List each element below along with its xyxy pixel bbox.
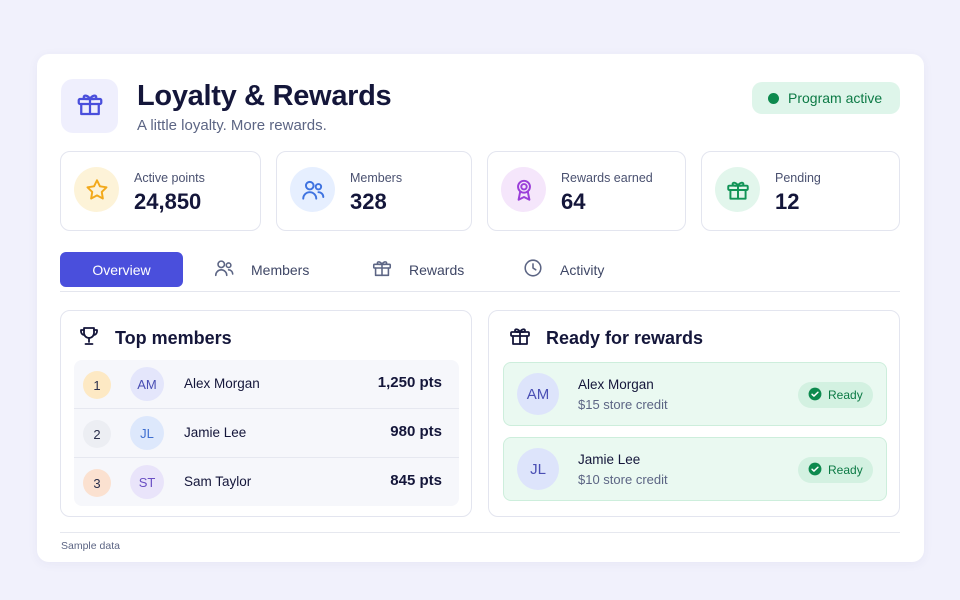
status-label: Program active [788,90,883,106]
page-subtitle: A little loyalty. More rewards. [137,117,327,134]
member-points: 1,250 pts [377,374,442,391]
stat-value: 328 [350,189,387,214]
ready-status-badge[interactable]: Ready [798,382,873,408]
member-name: Alex Morgan [184,376,260,391]
avatar: AM [517,373,559,415]
reward-description: $10 store credit [578,472,668,487]
gift-icon [508,324,532,353]
program-status-badge[interactable]: Program active [752,82,900,114]
panel-title: Top members [77,324,232,353]
avatar: AM [130,367,164,401]
tab-label: Overview [92,261,151,278]
panel-title: Ready for rewards [508,324,703,353]
footer-note: Sample data [61,540,120,552]
list-item[interactable]: 3 ST Sam Taylor 845 pts [74,457,459,506]
award-icon [501,167,546,212]
reward-member-name: Alex Morgan [578,377,654,392]
users-icon [290,167,335,212]
ready-label: Ready [828,463,863,477]
logo [61,79,118,133]
list-item[interactable]: 2 JL Jamie Lee 980 pts [74,408,459,457]
member-name: Jamie Lee [184,425,247,440]
member-points: 845 pts [390,472,442,489]
page-title: Loyalty & Rewards [137,80,392,112]
reward-item[interactable]: JL Jamie Lee $10 store credit Ready [503,437,887,501]
status-dot-icon [768,92,779,104]
ready-label: Ready [828,388,863,402]
reward-description: $15 store credit [578,397,668,412]
trophy-icon [77,324,101,353]
tab-bar: Overview Members Rewards Activity [60,252,900,292]
tab-label: Members [251,261,310,278]
avatar: JL [130,416,164,450]
ready-rewards-panel: Ready for rewards AM Alex Morgan $15 sto… [488,310,900,517]
panel-title-label: Ready for rewards [546,328,704,348]
tab-members[interactable]: Members [213,252,309,287]
check-circle-icon [808,387,822,404]
stat-card-pending: Pending 12 [701,151,900,231]
gift-icon [371,257,409,282]
gift-icon [75,89,105,124]
tab-rewards[interactable]: Rewards [371,252,464,287]
member-points: 980 pts [390,423,442,440]
tab-activity[interactable]: Activity [522,252,604,287]
stat-card-rewards-earned: Rewards earned 64 [487,151,686,231]
avatar: JL [517,448,559,490]
member-list: 1 AM Alex Morgan 1,250 pts 2 JL Jamie Le… [74,360,459,506]
stat-label: Active points [134,171,205,185]
users-icon [213,257,251,282]
tab-label: Rewards [409,261,465,278]
stat-label: Rewards earned [561,171,653,185]
ready-status-badge[interactable]: Ready [798,457,873,483]
stat-value: 24,850 [134,189,202,214]
stat-card-members: Members 328 [276,151,472,231]
rank-badge: 3 [83,469,111,497]
stat-value: 64 [561,189,586,214]
check-circle-icon [808,462,822,479]
footer-divider [60,532,900,533]
clock-icon [522,257,560,282]
avatar: ST [130,465,164,499]
member-name: Sam Taylor [184,474,252,489]
stat-card-active-points: Active points 24,850 [60,151,261,231]
tab-overview[interactable]: Overview [60,252,183,287]
star-icon [74,167,119,212]
reward-item[interactable]: AM Alex Morgan $15 store credit Ready [503,362,887,426]
reward-member-name: Jamie Lee [578,452,641,467]
panel-title-label: Top members [115,328,232,348]
top-members-panel: Top members 1 AM Alex Morgan 1,250 pts 2… [60,310,472,517]
stat-label: Members [350,171,403,185]
tab-label: Activity [560,261,605,278]
stat-value: 12 [775,189,800,214]
gift-icon [715,167,760,212]
rank-badge: 1 [83,371,111,399]
loyalty-card: Loyalty & Rewards A little loyalty. More… [37,54,924,562]
list-item[interactable]: 1 AM Alex Morgan 1,250 pts [74,360,459,409]
rank-badge: 2 [83,420,111,448]
stat-label: Pending [775,171,821,185]
